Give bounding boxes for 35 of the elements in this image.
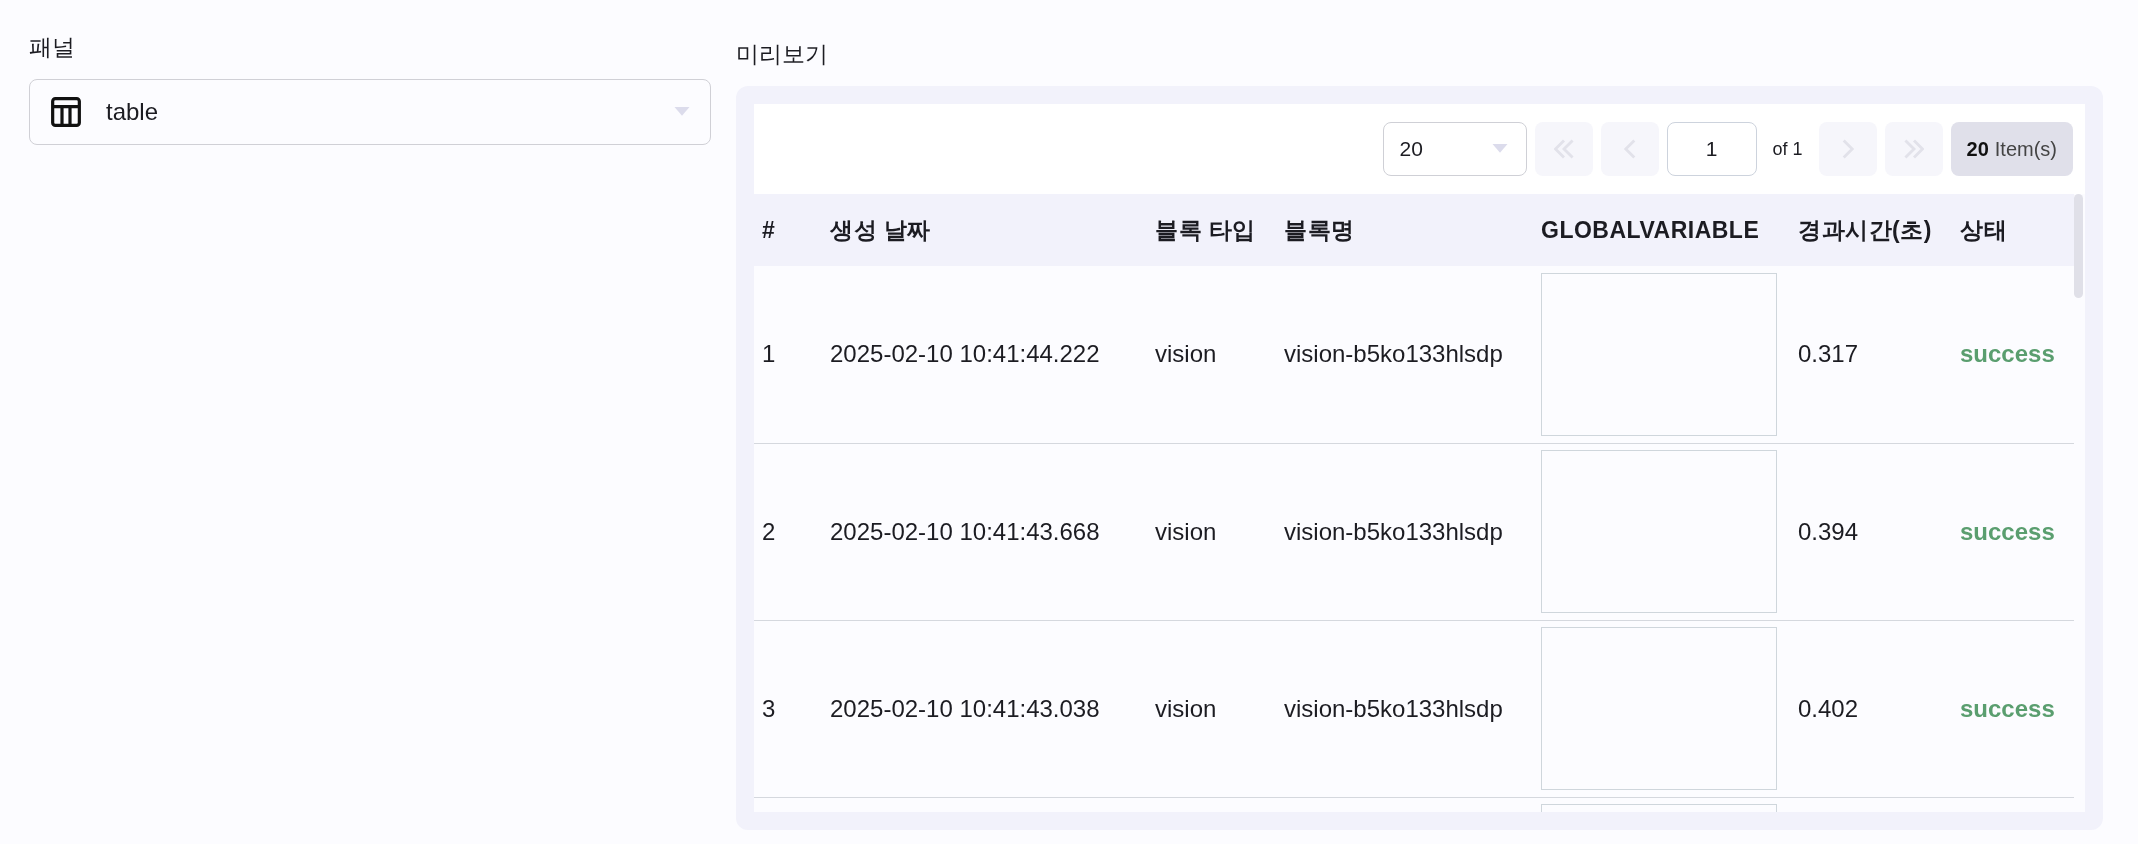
column-header: 블록 타입 (1147, 194, 1276, 266)
table-cell: 0.402 (1790, 620, 1952, 797)
column-header: # (754, 194, 822, 266)
column-header: 경과시간(초) (1790, 194, 1952, 266)
table-cell: 2025-02-10 10:41:43.668 (822, 443, 1147, 620)
table-cell: 2025-02-10 10:41:43.038 (822, 620, 1147, 797)
table-cell: 0.394 (1790, 443, 1952, 620)
caret-icon (1491, 144, 1508, 154)
page-size-select[interactable]: 20 (1382, 122, 1527, 176)
table-cell: 2025-02-10 10:41:44.222 (822, 266, 1147, 443)
page-count: of 1 (1772, 138, 1803, 160)
table-cell: 1 (754, 266, 822, 443)
table-icon (50, 96, 82, 128)
status-text: success (1952, 620, 2074, 797)
panel-select[interactable]: table (29, 79, 711, 145)
column-header: 블록명 (1276, 194, 1533, 266)
column-header: 상태 (1952, 194, 2074, 266)
preview-label: 미리보기 (736, 40, 829, 69)
table-cell: 0.317 (1790, 266, 1952, 443)
scrollbar[interactable] (2074, 194, 2083, 298)
panel-label: 패널 (29, 33, 76, 62)
column-header: GLOBALVARIABLE (1533, 194, 1790, 266)
status-text: success (1952, 443, 2074, 620)
table-cell: vision-b5ko133hlsdp (1276, 620, 1533, 797)
table-cell: vision (1147, 620, 1276, 797)
page-input[interactable]: 1 (1666, 122, 1757, 176)
table-cell: vision (1147, 266, 1276, 443)
column-header: 생성 날짜 (822, 194, 1147, 266)
table-cell: vision (1147, 443, 1276, 620)
table-cell: vision-b5ko133hlsdp (1276, 443, 1533, 620)
table-cell: vision-b5ko133hlsdp (1276, 266, 1533, 443)
table-cell: 2 (754, 443, 822, 620)
table-cell: 3 (754, 620, 822, 797)
caret-icon (674, 107, 690, 117)
item-count-badge: 20 Item(s) (1950, 122, 2073, 176)
